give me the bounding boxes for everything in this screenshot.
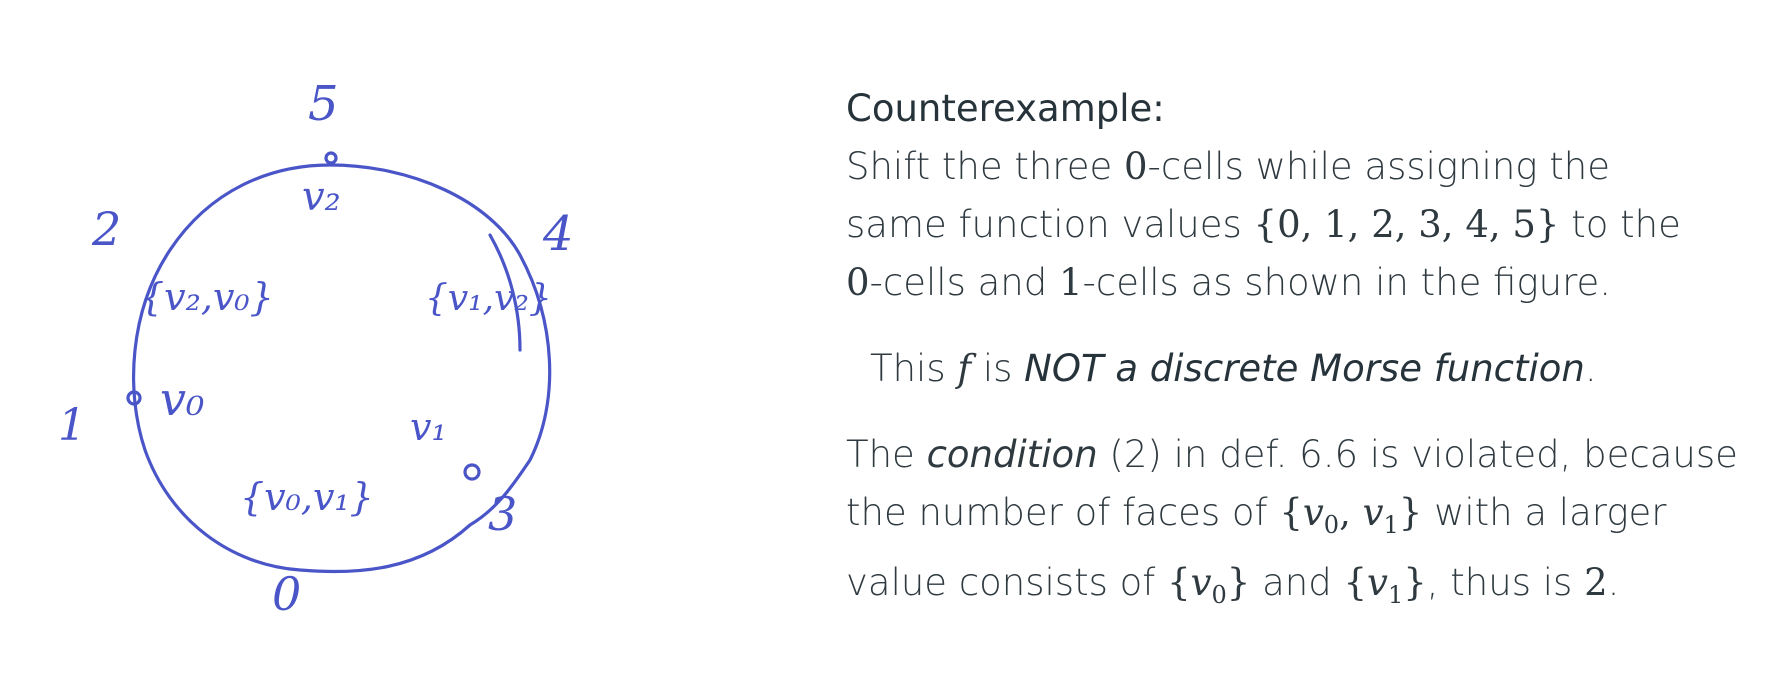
math-f: f (957, 347, 972, 390)
cell-complex-drawing: 5 v₂ 2 {v₂,v₀} 4 {v₁,v₂} 1 v₀ v₁ 3 {v₀,v… (58, 76, 574, 621)
text: This (870, 347, 958, 390)
label-f-e12: 4 (542, 206, 574, 262)
math-brace: } (1398, 491, 1423, 534)
text: The (846, 433, 927, 476)
paragraph-1-line-3: 0-cells and 1-cells as shown in the figu… (846, 254, 1746, 312)
math-brace: } (1403, 561, 1427, 604)
handwritten-figure: 5 v₂ 2 {v₂,v₀} 4 {v₁,v₂} 1 v₀ v₁ 3 {v₀,v… (40, 70, 620, 650)
text: , thus is (1426, 561, 1585, 604)
math-zero: 0 (1124, 145, 1148, 188)
text-panel: Counterexample: Shift the three 0-cells … (846, 80, 1746, 624)
text: to the (1559, 203, 1681, 246)
text: -cells and (869, 261, 1059, 304)
math-two: 2 (1584, 561, 1608, 604)
text: -cells while assigning the (1147, 145, 1610, 188)
label-f-v2: 5 (308, 76, 339, 132)
label-e01: {v₀,v₁} (240, 475, 374, 519)
label-f-e01: 0 (272, 567, 301, 621)
label-f-v0: 1 (58, 400, 86, 451)
math-zero: 0 (846, 261, 870, 304)
math-one: 1 (1058, 261, 1083, 304)
text: is (971, 347, 1025, 390)
label-v2: v₂ (302, 174, 341, 220)
text: value consists of (846, 561, 1168, 604)
label-v1: v₁ (410, 405, 447, 449)
math-sub: 1 (1383, 511, 1399, 539)
vertex-v1-dot (463, 463, 481, 481)
text: the number of faces of (846, 491, 1280, 534)
text: (2) in def. 6.6 is violated, because (1097, 433, 1738, 476)
math-v: v (1367, 561, 1388, 604)
label-e20: {v₂,v₀} (140, 275, 274, 319)
math-sub: 0 (1323, 511, 1340, 539)
text: . (1607, 561, 1620, 604)
label-v0: v₀ (160, 372, 204, 426)
text: same function values (846, 203, 1254, 246)
paragraph-3-line-3: value consists of {v0} and {v1}, thus is… (846, 554, 1746, 624)
label-e12: {v₁,v₂} (425, 278, 552, 319)
heading: Counterexample: (846, 87, 1165, 130)
text: with a larger (1422, 491, 1667, 534)
math-v: v (1302, 491, 1324, 534)
paragraph-1-line-2: same function values {0, 1, 2, 3, 4, 5} … (846, 196, 1746, 254)
text: and (1250, 561, 1344, 604)
math-set: {0, 1, 2, 3, 4, 5} (1253, 203, 1560, 246)
label-f-v1: 3 (488, 487, 517, 541)
math-brace: { (1343, 561, 1368, 604)
math-sub: 0 (1211, 581, 1227, 609)
emphasis: condition (926, 433, 1098, 476)
text: -cells as shown in the figure. (1082, 261, 1611, 304)
paragraph-1-line-1: Shift the three 0-cells while assigning … (846, 138, 1746, 196)
text: Shift the three (846, 145, 1124, 188)
math-sub: 1 (1387, 581, 1404, 609)
math-v: v (1362, 491, 1384, 534)
math-v: v (1190, 561, 1212, 604)
math-comma: , (1339, 491, 1363, 534)
label-f-e20: 2 (91, 202, 121, 256)
emphasis: NOT a discrete Morse function (1024, 347, 1585, 390)
text: . (1584, 347, 1597, 390)
math-brace: } (1226, 561, 1251, 604)
math-brace: { (1279, 491, 1303, 534)
math-brace: { (1167, 561, 1191, 604)
vertex-v2-dot (324, 151, 338, 165)
paragraph-3-line-1: The condition (2) in def. 6.6 is violate… (846, 426, 1746, 484)
paragraph-3-line-2: the number of faces of {v0, v1} with a l… (846, 484, 1746, 554)
paragraph-2: This f is NOT a discrete Morse function. (846, 340, 1746, 398)
